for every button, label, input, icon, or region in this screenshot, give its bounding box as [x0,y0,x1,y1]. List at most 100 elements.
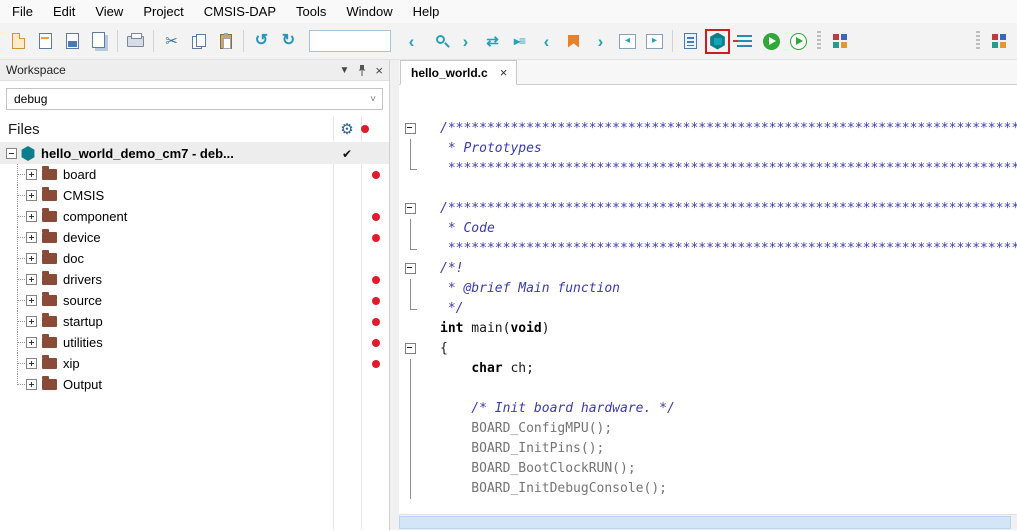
tree-row-source[interactable]: source [0,290,389,311]
tree-row-output[interactable]: Output [0,374,389,395]
panel-menu-arrow-icon[interactable]: ▼ [340,65,350,76]
menu-file[interactable]: File [2,1,43,22]
next-bookmark-button[interactable]: › [588,29,613,54]
menu-help[interactable]: Help [403,1,450,22]
code-text: /***************************************… [440,199,1017,219]
nav-forward-button[interactable]: › [453,29,478,54]
expand-icon[interactable] [26,169,37,180]
tree-row-board[interactable]: board [0,164,389,185]
expand-icon[interactable] [26,379,37,390]
quick-search-combobox[interactable] [309,30,391,52]
collapse-icon[interactable] [6,148,17,159]
code-area[interactable]: /***************************************… [399,85,1017,514]
tree-connector [10,164,26,185]
search-icon [436,35,445,44]
register-view-button[interactable] [827,29,852,54]
tab-close-icon[interactable]: × [500,65,508,80]
tree-row-hello-world-demo-cm7-deb[interactable]: hello_world_demo_cm7 - deb...✔ [0,143,389,164]
print-button[interactable] [123,29,148,54]
tree-row-utilities[interactable]: utilities [0,332,389,353]
pin-icon[interactable] [357,64,367,77]
paste-icon [220,34,232,49]
save-all-button[interactable] [87,29,112,54]
code-text: ****************************************… [440,239,1017,259]
fold-marker [399,479,433,499]
make-button[interactable] [678,29,703,54]
toolbar-separator [153,30,154,52]
scrollbar-thumb[interactable] [399,516,1011,529]
tree-label: CMSIS [63,188,104,203]
configuration-dropdown[interactable]: debug ˅ [6,88,383,110]
tab-hello-world-c[interactable]: hello_world.c × [400,60,517,85]
undo-button[interactable]: ↺ [249,29,274,54]
tree-connector [10,206,26,227]
swap-button[interactable]: ⇄ [480,29,505,54]
main-area: Workspace ▼ × debug ˅ Files ⚙ [0,60,1017,530]
prev-bookmark-button[interactable]: ‹ [534,29,559,54]
download-and-debug-button[interactable] [705,29,730,54]
menu-project[interactable]: Project [133,1,193,22]
expand-icon[interactable] [26,337,37,348]
horizontal-scrollbar[interactable] [399,514,1017,530]
tree-row-cmsis[interactable]: CMSIS [0,185,389,206]
expand-icon[interactable] [26,316,37,327]
build-status-dot [372,276,380,284]
save-button[interactable] [60,29,85,54]
toggle-bookmark-button[interactable] [561,29,586,54]
tree-row-component[interactable]: component [0,206,389,227]
fold-marker[interactable] [399,339,433,359]
angle-icon: › [598,33,604,50]
stop-debug-button[interactable] [732,29,757,54]
tree-row-startup[interactable]: startup [0,311,389,332]
menu-window[interactable]: Window [336,1,402,22]
code-text: * Code [440,219,495,239]
next-window-button[interactable]: ▸ [642,29,667,54]
debug-without-downloading-button[interactable] [786,29,811,54]
code-text: /* Init board hardware. */ [440,399,675,419]
go-button[interactable] [759,29,784,54]
nav-back-button[interactable]: ‹ [399,29,424,54]
cut-button[interactable]: ✂ [159,29,184,54]
tree-connector [10,185,26,206]
goto-line-button[interactable]: ▸≡ [507,29,532,54]
fold-marker[interactable] [399,119,433,139]
expand-icon[interactable] [26,295,37,306]
angle-icon: ‹ [409,33,415,50]
menu-cmsis-dap[interactable]: CMSIS-DAP [194,1,286,22]
fold-marker [399,359,433,379]
paste-button[interactable] [213,29,238,54]
folder-icon [42,211,57,222]
grid-icon [992,34,1006,48]
toolbar-grip[interactable] [817,31,821,51]
peripheral-view-button[interactable] [986,29,1011,54]
files-column-header: Files [0,121,333,138]
search-button[interactable] [426,29,451,54]
fold-marker[interactable] [399,199,433,219]
code-line: */ [399,299,1017,319]
expand-icon[interactable] [26,358,37,369]
gear-icon[interactable]: ⚙ [340,120,353,138]
open-document-button[interactable] [33,29,58,54]
tree-row-drivers[interactable]: drivers [0,269,389,290]
tree-row-device[interactable]: device [0,227,389,248]
expand-icon[interactable] [26,211,37,222]
redo-button[interactable]: ↻ [276,29,301,54]
menu-tools[interactable]: Tools [286,1,336,22]
menu-view[interactable]: View [85,1,133,22]
code-text: int main(void) [440,319,550,339]
panel-splitter[interactable] [390,60,399,530]
expand-icon[interactable] [26,232,37,243]
expand-icon[interactable] [26,253,37,264]
menu-edit[interactable]: Edit [43,1,85,22]
expand-icon[interactable] [26,274,37,285]
close-icon[interactable]: × [375,63,383,78]
tree-row-xip[interactable]: xip [0,353,389,374]
folder-icon [42,232,57,243]
copy-button[interactable] [186,29,211,54]
new-document-button[interactable] [6,29,31,54]
expand-icon[interactable] [26,190,37,201]
tree-row-doc[interactable]: doc [0,248,389,269]
toolbar-grip[interactable] [976,31,980,51]
fold-marker[interactable] [399,259,433,279]
prev-window-button[interactable]: ◂ [615,29,640,54]
